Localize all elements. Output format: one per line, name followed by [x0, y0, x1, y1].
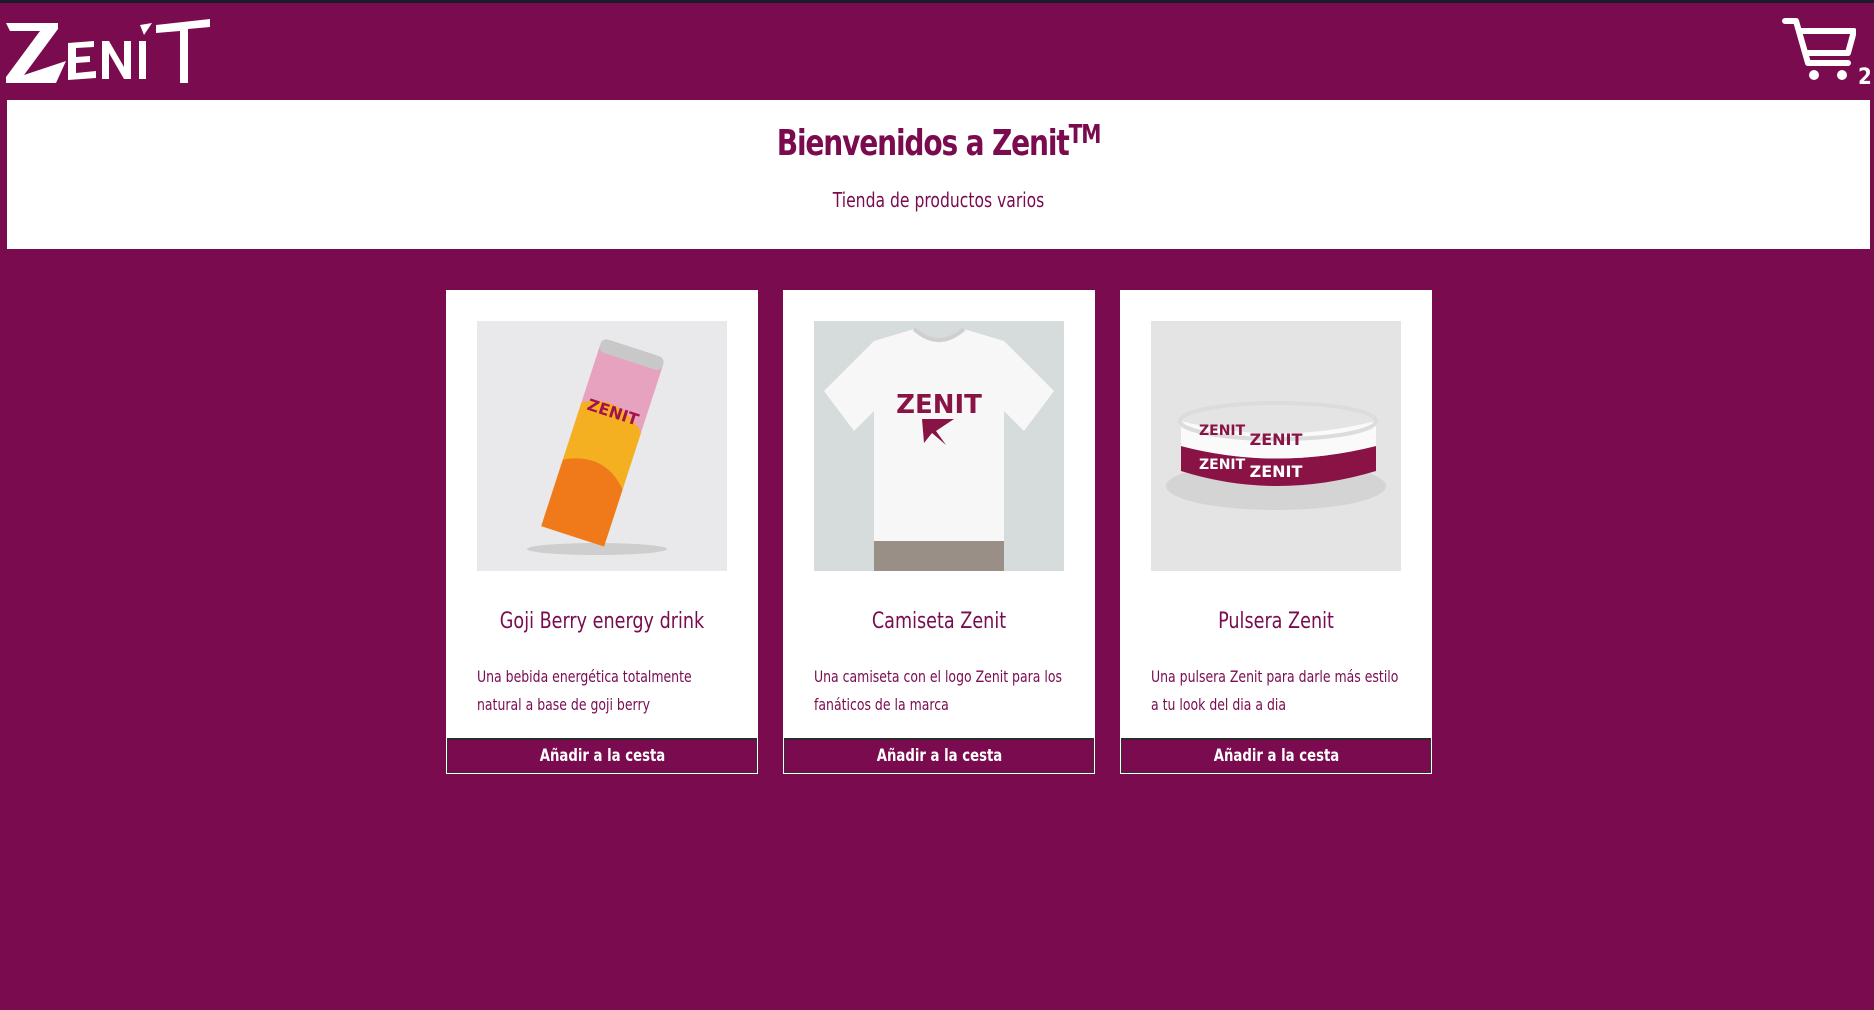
product-grid: ZENIT Goji Berry energy drink Una bebida… — [446, 290, 1432, 774]
add-to-cart-label: Añadir a la cesta — [1213, 746, 1339, 766]
product-card: ZENIT Goji Berry energy drink Una bebida… — [446, 290, 758, 774]
trademark-mark: TM — [1068, 120, 1102, 150]
wristband-image: ZENIT ZENIT ZENIT ZENIT — [1151, 321, 1401, 571]
add-to-cart-button[interactable]: Añadir a la cesta — [1121, 738, 1431, 773]
site-header: 2 — [0, 3, 1874, 100]
zenit-logo[interactable] — [6, 17, 210, 87]
product-title: Goji Berry energy drink — [499, 609, 705, 634]
add-to-cart-label: Añadir a la cesta — [539, 746, 665, 766]
svg-text:ZENIT: ZENIT — [1250, 462, 1303, 481]
welcome-banner: Bienvenidos a ZenitTM Tienda de producto… — [7, 100, 1870, 249]
energy-drink-can-image: ZENIT — [477, 321, 727, 571]
page-subtitle: Tienda de productos varios — [832, 188, 1045, 212]
product-card: ZENIT ZENIT ZENIT ZENIT Pulsera Zenit Un… — [1120, 290, 1432, 774]
product-card: ZENIT Camiseta Zenit Una camiseta con el… — [783, 290, 1095, 774]
svg-text:ZENIT: ZENIT — [1250, 430, 1303, 449]
svg-text:ZENIT: ZENIT — [1199, 457, 1246, 473]
product-title: Camiseta Zenit — [871, 609, 1007, 634]
product-title: Pulsera Zenit — [1218, 609, 1334, 634]
page-title-text: Bienvenidos a Zenit — [776, 123, 1070, 164]
add-to-cart-button[interactable]: Añadir a la cesta — [447, 738, 757, 773]
tshirt-image: ZENIT — [814, 321, 1064, 571]
page-title: Bienvenidos a ZenitTM — [212, 100, 1665, 164]
cart-count-badge: 2 — [1858, 65, 1872, 90]
add-to-cart-label: Añadir a la cesta — [876, 746, 1002, 766]
svg-text:ZENIT: ZENIT — [896, 390, 982, 420]
add-to-cart-button[interactable]: Añadir a la cesta — [784, 738, 1094, 773]
svg-text:ZENIT: ZENIT — [1199, 423, 1246, 439]
cart-icon[interactable] — [1782, 17, 1856, 83]
product-description: Una camiseta con el logo Zenit para los … — [814, 667, 1062, 714]
product-description: Una bebida energética totalmente natural… — [477, 667, 692, 714]
product-description: Una pulsera Zenit para darle más estilo … — [1151, 667, 1399, 714]
